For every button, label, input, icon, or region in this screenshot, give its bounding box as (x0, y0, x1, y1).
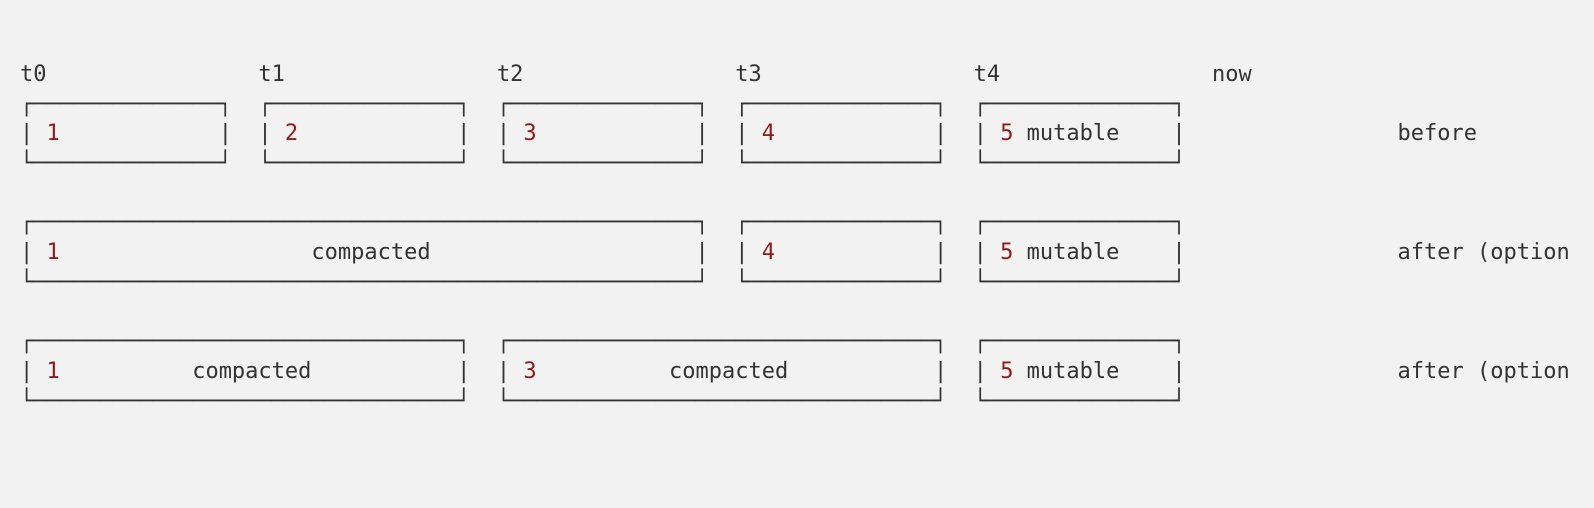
ascii-diagram: t0 t1 t2 t3 t4 now ┌──────────────┐ ┌───… (0, 0, 1594, 416)
